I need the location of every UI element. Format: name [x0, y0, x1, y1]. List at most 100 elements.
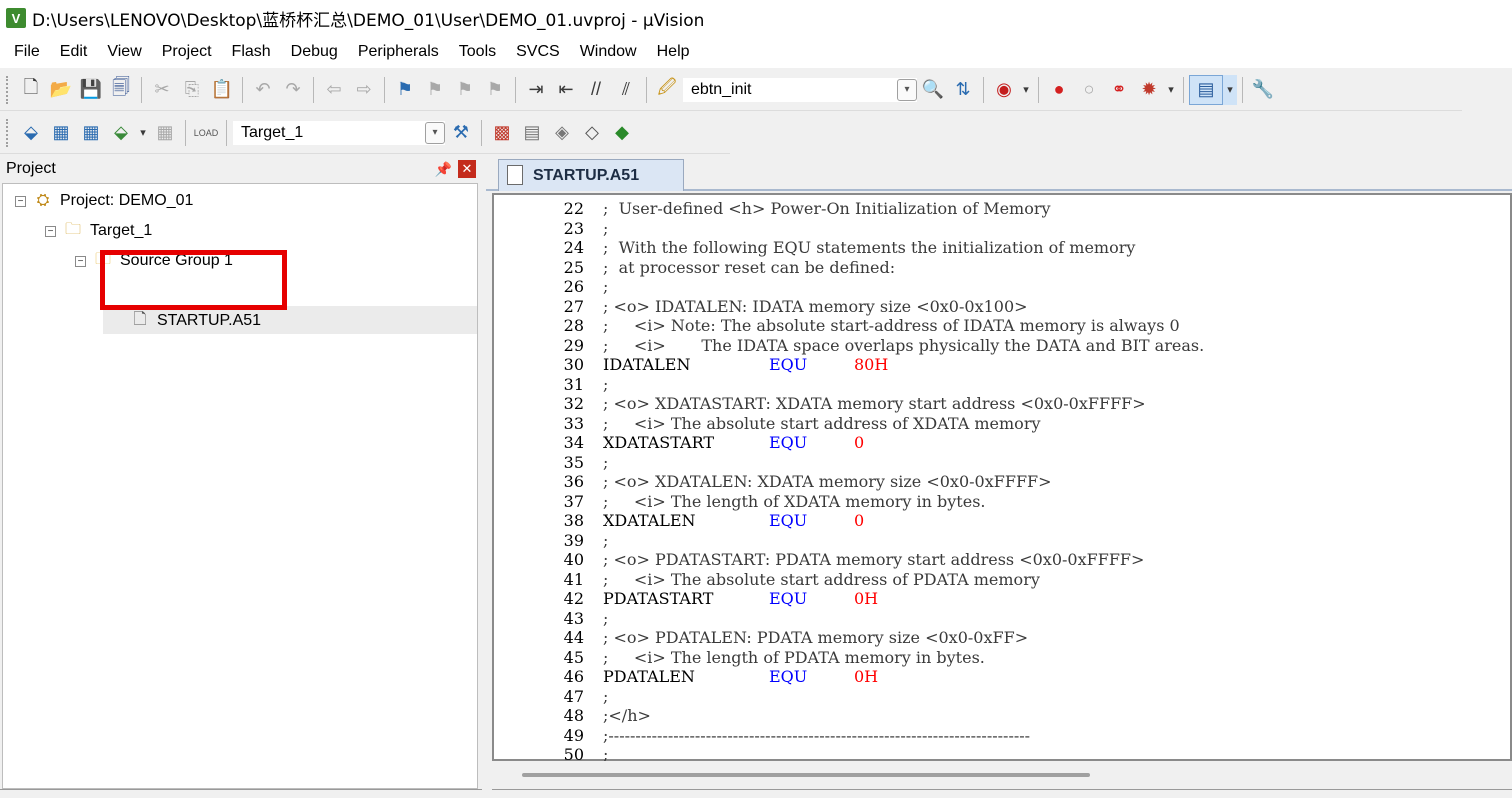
code-line[interactable]: 22 ; User-defined <h> Power-On Initializa…	[494, 199, 1510, 219]
copy-icon[interactable]: ⎘	[177, 75, 207, 105]
dropdown-arrow-icon[interactable]: ▾	[136, 118, 150, 148]
tree-item-target[interactable]: − 🗀 Target_1	[45, 218, 152, 244]
enable-breakpoint-icon[interactable]: ○	[1074, 75, 1104, 105]
find-in-files-icon[interactable]: 🖉	[652, 75, 682, 105]
bookmark-icon[interactable]: ⚑	[390, 75, 420, 105]
new-file-icon[interactable]: 🗋	[16, 75, 46, 105]
navigate-forward-icon[interactable]: ⇨	[349, 75, 379, 105]
close-icon[interactable]: ✕	[458, 160, 476, 178]
menu-file[interactable]: File	[4, 43, 50, 61]
pin-icon[interactable]: 📌	[435, 161, 452, 178]
code-line[interactable]: 39;	[494, 531, 1510, 551]
scrollbar-thumb[interactable]	[522, 773, 1090, 777]
code-line[interactable]: 25 ; at processor reset can be defined:	[494, 258, 1510, 278]
cut-icon[interactable]: ✂	[147, 75, 177, 105]
horizontal-scrollbar[interactable]	[492, 761, 1512, 789]
previous-bookmark-icon[interactable]: ⚑	[420, 75, 450, 105]
build-icon[interactable]: ▦	[46, 118, 76, 148]
chevron-down-icon[interactable]: ▾	[425, 121, 445, 144]
code-line[interactable]: 41 ; <i> The absolute start address of PD…	[494, 570, 1510, 590]
navigate-back-icon[interactable]: ⇦	[319, 75, 349, 105]
menu-flash[interactable]: Flash	[222, 43, 281, 61]
code-line[interactable]: 31;	[494, 375, 1510, 395]
next-bookmark-icon[interactable]: ⚑	[450, 75, 480, 105]
undo-icon[interactable]: ↶	[248, 75, 278, 105]
collapse-icon[interactable]: −	[45, 225, 56, 237]
tab-startup-a51[interactable]: STARTUP.A51	[498, 159, 684, 191]
toolbar-grip[interactable]	[6, 118, 12, 147]
find-icon[interactable]: 🔍	[918, 75, 948, 105]
translate-icon[interactable]: ⬙	[16, 118, 46, 148]
code-line[interactable]: 26;	[494, 277, 1510, 297]
code-line[interactable]: 43;	[494, 609, 1510, 629]
chevron-down-icon[interactable]: ▾	[897, 78, 917, 101]
menu-edit[interactable]: Edit	[50, 43, 98, 61]
unindent-icon[interactable]: ⇤	[551, 75, 581, 105]
dropdown-arrow-icon[interactable]: ▾	[1164, 75, 1178, 105]
debug-session-icon[interactable]: ◉	[989, 75, 1019, 105]
code-line[interactable]: 48 ;</h>	[494, 706, 1510, 726]
code-editor[interactable]: 22 ; User-defined <h> Power-On Initializa…	[492, 193, 1512, 764]
code-line[interactable]: 28 ; <i> Note: The absolute start-address…	[494, 316, 1510, 336]
tree-item-project[interactable]: − ⛭ Project: DEMO_01	[15, 188, 193, 214]
panel-bottom-tabs[interactable]	[0, 789, 482, 798]
code-line[interactable]: 49 ;-------------------------------------…	[494, 726, 1510, 746]
kill-breakpoints-icon[interactable]: ✹	[1134, 75, 1164, 105]
indent-icon[interactable]: ⇥	[521, 75, 551, 105]
code-line[interactable]: 46 PDATALEN EQU 0H	[494, 667, 1510, 687]
pack-installer-icon[interactable]: ◇	[577, 118, 607, 148]
menu-tools[interactable]: Tools	[449, 43, 506, 61]
menu-window[interactable]: Window	[570, 43, 647, 61]
collapse-icon[interactable]: −	[15, 195, 26, 207]
code-line[interactable]: 42 PDATASTART EQU 0H	[494, 589, 1510, 609]
code-line[interactable]: 44 ; <o> PDATALEN: PDATA memory size <0x0…	[494, 628, 1510, 648]
code-line[interactable]: 47;	[494, 687, 1510, 707]
insert-breakpoint-icon[interactable]: ●	[1044, 75, 1074, 105]
select-packs-icon[interactable]: ▤	[517, 118, 547, 148]
software-packs-icon[interactable]: ◆	[607, 118, 637, 148]
open-file-icon[interactable]: 📂	[46, 75, 76, 105]
comment-icon[interactable]: //	[581, 75, 611, 105]
collapse-icon[interactable]: −	[75, 255, 86, 267]
menu-debug[interactable]: Debug	[281, 43, 348, 61]
code-line[interactable]: 38 XDATALEN EQU 0	[494, 511, 1510, 531]
menu-view[interactable]: View	[97, 43, 151, 61]
manage-project-items-icon[interactable]: ▩	[487, 118, 517, 148]
clear-bookmarks-icon[interactable]: ⚑	[480, 75, 510, 105]
stop-build-icon[interactable]: ▦	[150, 118, 180, 148]
menu-project[interactable]: Project	[152, 43, 222, 61]
incremental-find-icon[interactable]: ⇅	[948, 75, 978, 105]
menu-peripherals[interactable]: Peripherals	[348, 43, 449, 61]
manage-run-time-environment-icon[interactable]: ◈	[547, 118, 577, 148]
save-all-icon[interactable]: 🗐	[106, 75, 136, 105]
target-combo[interactable]: Target_1 ▾	[232, 119, 446, 146]
batch-build-icon[interactable]: ⬙	[106, 118, 136, 148]
tree-item-startup-file[interactable]: 🗋 STARTUP.A51	[129, 308, 261, 334]
code-line[interactable]: 35;	[494, 453, 1510, 473]
options-for-target-icon[interactable]: ⚒	[446, 118, 476, 148]
rebuild-icon[interactable]: ▦	[76, 118, 106, 148]
uncomment-icon[interactable]: ⫽	[611, 75, 641, 105]
editor-bottom-tabs[interactable]	[492, 789, 1512, 798]
code-line[interactable]: 40 ; <o> PDATASTART: PDATA memory start a…	[494, 550, 1510, 570]
code-line[interactable]: 30 IDATALEN EQU 80H	[494, 355, 1510, 375]
code-line[interactable]: 29 ; <i> The IDATA space overlaps physica…	[494, 336, 1510, 356]
code-line[interactable]: 27 ; <o> IDATALEN: IDATA memory size <0x0…	[494, 297, 1510, 317]
save-icon[interactable]: 💾	[76, 75, 106, 105]
code-line[interactable]: 24 ; With the following EQU statements th…	[494, 238, 1510, 258]
disable-breakpoints-icon[interactable]: ⚭	[1104, 75, 1134, 105]
dropdown-arrow-icon[interactable]: ▾	[1223, 74, 1237, 105]
menu-svcs[interactable]: SVCS	[506, 43, 570, 61]
code-line[interactable]: 45 ; <i> The length of PDATA memory in by…	[494, 648, 1510, 668]
code-line[interactable]: 33 ; <i> The absolute start address of XD…	[494, 414, 1510, 434]
code-line[interactable]: 37 ; <i> The length of XDATA memory in by…	[494, 492, 1510, 512]
find-combo[interactable]: ebtn_init ▾	[682, 76, 918, 103]
menu-help[interactable]: Help	[647, 43, 700, 61]
code-line[interactable]: 32 ; <o> XDATASTART: XDATA memory start a…	[494, 394, 1510, 414]
code-line[interactable]: 23;	[494, 219, 1510, 239]
code-line[interactable]: 36 ; <o> XDATALEN: XDATA memory size <0x0…	[494, 472, 1510, 492]
toolbar-grip[interactable]	[6, 75, 12, 104]
window-layout-icon[interactable]: ▤	[1189, 74, 1223, 105]
paste-icon[interactable]: 📋	[207, 75, 237, 105]
dropdown-arrow-icon[interactable]: ▾	[1019, 75, 1033, 105]
